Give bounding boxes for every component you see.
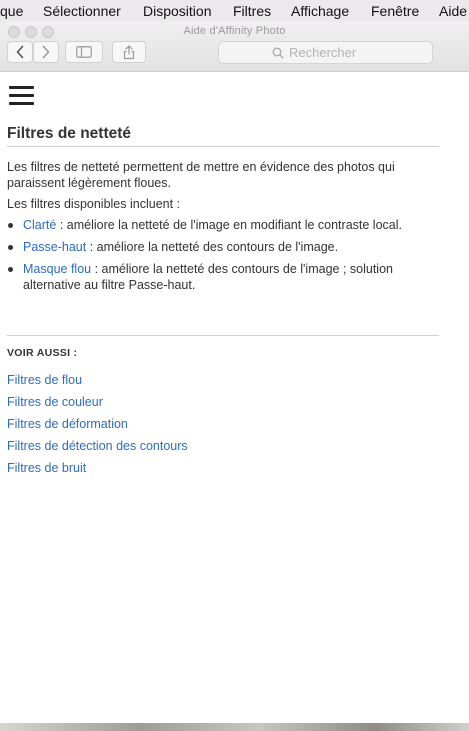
window-toolbar: Aide d'Affinity Photo	[0, 22, 469, 72]
menu-item-view[interactable]: Affichage	[291, 3, 349, 19]
see-also-link-colour[interactable]: Filtres de couleur	[7, 395, 103, 409]
menu-bar: que Sélectionner Disposition Filtres Aff…	[0, 0, 469, 23]
chevron-right-icon	[42, 45, 50, 59]
help-window: Aide d'Affinity Photo Rechercher Filtres…	[0, 22, 469, 731]
search-field[interactable]	[218, 41, 433, 64]
hamburger-menu-icon[interactable]	[9, 86, 34, 107]
available-filters-text: Les filtres disponibles incluent :	[7, 197, 181, 211]
search-icon	[272, 47, 284, 59]
see-also-link-edge-detection[interactable]: Filtres de détection des contours	[7, 439, 188, 453]
sidebar-toggle-button[interactable]	[65, 41, 103, 63]
page-title: Filtres de netteté	[7, 125, 132, 142]
list-item: Masque flou : améliore la netteté des co…	[7, 261, 439, 293]
desktop-background-strip	[0, 723, 469, 731]
list-item: Passe-haut : améliore la netteté des con…	[7, 239, 439, 255]
see-also-list: Filtres de flou Filtres de couleur Filtr…	[7, 372, 188, 482]
menu-item-arrange[interactable]: Disposition	[143, 3, 211, 19]
see-also-link-noise[interactable]: Filtres de bruit	[7, 461, 86, 475]
filter-description: : améliore la netteté des contours de l'…	[86, 240, 339, 254]
see-also-link-distort[interactable]: Filtres de déformation	[7, 417, 128, 431]
menu-item-file[interactable]: que	[0, 3, 23, 19]
title-divider	[7, 146, 439, 147]
filter-link-clarity[interactable]: Clarté	[23, 218, 56, 232]
filter-description: : améliore la netteté de l'image en modi…	[56, 218, 402, 232]
window-title: Aide d'Affinity Photo	[183, 25, 286, 37]
intro-paragraph: Les filtres de netteté permettent de met…	[7, 160, 395, 190]
search-input[interactable]	[289, 45, 379, 60]
menu-item-filters[interactable]: Filtres	[233, 3, 271, 19]
forward-button[interactable]	[33, 41, 59, 63]
chevron-left-icon	[16, 45, 24, 59]
see-also-link-blur[interactable]: Filtres de flou	[7, 373, 82, 387]
help-content: Filtres de netteté Les filtres de nettet…	[0, 72, 469, 731]
filter-link-high-pass[interactable]: Passe-haut	[23, 240, 86, 254]
back-button[interactable]	[7, 41, 33, 63]
see-also-heading: VOIR AUSSI :	[7, 347, 78, 359]
menu-item-help[interactable]: Aide	[439, 3, 467, 19]
see-also-divider	[7, 335, 439, 336]
share-button[interactable]	[112, 41, 146, 63]
menu-item-select[interactable]: Sélectionner	[43, 3, 121, 19]
share-icon	[123, 44, 135, 59]
filter-link-unsharp-mask[interactable]: Masque flou	[23, 262, 91, 276]
list-item: Clarté : améliore la netteté de l'image …	[7, 217, 439, 233]
filters-list: Clarté : améliore la netteté de l'image …	[7, 217, 439, 299]
menu-item-window[interactable]: Fenêtre	[371, 3, 419, 19]
sidebar-icon	[76, 46, 92, 58]
